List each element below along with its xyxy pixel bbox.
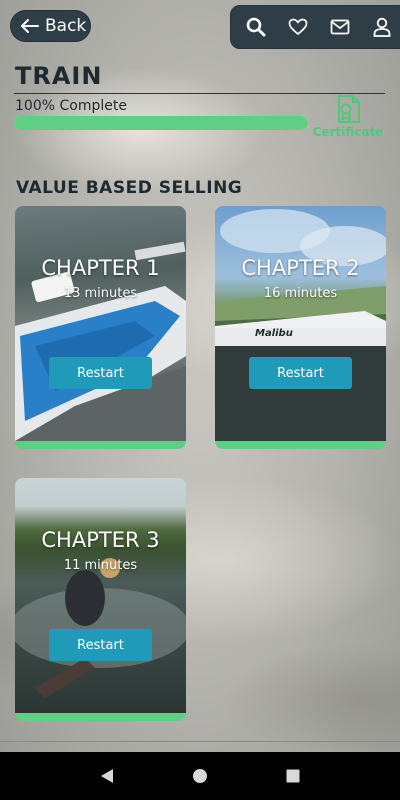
heart-icon[interactable]	[287, 16, 309, 38]
chapter-duration: 11 minutes	[63, 558, 138, 573]
progress-bar	[14, 116, 308, 130]
chapter-progress-bar	[215, 441, 386, 449]
progress-bar-fill	[14, 116, 308, 130]
chapter-card-2[interactable]: CHAPTER 2 16 minutes Malibu Restart	[215, 206, 386, 449]
search-icon[interactable]	[245, 16, 267, 38]
chapter-1-image	[15, 206, 186, 441]
restart-button[interactable]: Restart	[249, 357, 352, 389]
chapter-title: CHAPTER 2	[241, 256, 360, 280]
chapter-duration: 16 minutes	[263, 286, 338, 301]
nav-home-icon[interactable]	[188, 764, 212, 788]
system-navigation-bar	[0, 752, 400, 800]
boat-brand-text: Malibu	[255, 328, 293, 339]
progress-label: 100% Complete	[15, 98, 127, 114]
chapter-title: CHAPTER 3	[41, 528, 160, 552]
chapter-title: CHAPTER 1	[41, 256, 160, 280]
chapter-2-image	[215, 206, 386, 441]
mail-icon[interactable]	[329, 16, 351, 38]
certificate-icon	[338, 95, 360, 123]
user-icon[interactable]	[371, 16, 393, 38]
restart-button[interactable]: Restart	[49, 629, 152, 661]
certificate-label: Certificate	[312, 125, 384, 139]
chapter-3-image	[15, 478, 186, 713]
page-title: TRAIN	[15, 62, 103, 90]
bottom-divider	[0, 741, 400, 742]
chapter-card-3[interactable]: CHAPTER 3 11 minutes Restart	[15, 478, 186, 721]
restart-button[interactable]: Restart	[49, 357, 152, 389]
back-button[interactable]: Back	[10, 10, 91, 42]
chapter-progress-bar	[15, 713, 186, 721]
certificate-button[interactable]: Certificate	[312, 94, 384, 142]
back-label: Back	[45, 16, 87, 36]
chapter-card-1[interactable]: CHAPTER 1 13 minutes Restart	[15, 206, 186, 449]
arrow-left-icon	[21, 19, 39, 33]
chapter-progress-bar	[15, 441, 186, 449]
nav-back-icon[interactable]	[95, 764, 119, 788]
nav-recents-icon[interactable]	[281, 764, 305, 788]
section-title: VALUE BASED SELLING	[16, 178, 243, 198]
top-toolbar	[230, 5, 400, 49]
chapter-duration: 13 minutes	[63, 286, 138, 301]
